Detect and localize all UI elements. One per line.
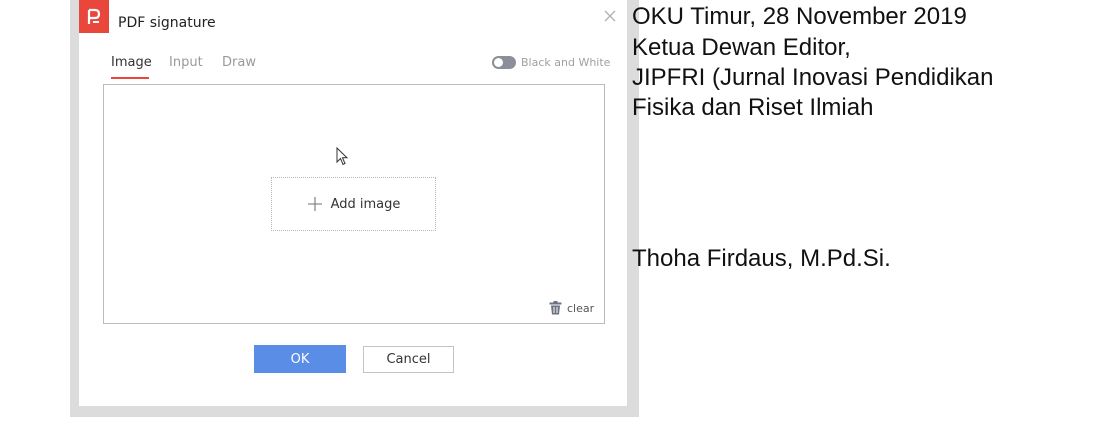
cancel-button[interactable]: Cancel [363, 346, 454, 373]
black-white-label: Black and White [521, 56, 611, 69]
tab-draw[interactable]: Draw [222, 55, 256, 70]
add-image-label: Add image [330, 196, 401, 212]
document-line-journal-cont: Fisika dan Riset Ilmiah [632, 94, 874, 121]
active-tab-indicator [111, 77, 149, 79]
clear-button[interactable]: clear [549, 301, 594, 315]
document-line-journal: JIPFRI (Jurnal Inovasi Pendidikan [632, 64, 994, 91]
tab-image[interactable]: Image [111, 55, 152, 70]
ok-button[interactable]: OK [254, 345, 346, 373]
document-line-role: Ketua Dewan Editor, [632, 34, 851, 61]
pdf-signature-dialog: PDF signature Image Input Draw Black and… [79, 0, 627, 406]
document-signer-name: Thoha Firdaus, M.Pd.Si. [632, 245, 891, 272]
tab-input[interactable]: Input [169, 55, 203, 70]
close-button[interactable] [601, 7, 619, 25]
signature-canvas[interactable]: Add image clear [103, 84, 605, 324]
black-white-toggle[interactable]: Black and White [492, 56, 610, 69]
add-image-button[interactable]: Add image [271, 177, 436, 231]
toggle-switch[interactable] [492, 56, 516, 69]
mouse-cursor-icon [336, 147, 349, 166]
document-line-date: OKU Timur, 28 November 2019 [632, 3, 967, 30]
close-icon [604, 10, 616, 22]
pdf-app-icon [79, 0, 109, 33]
dialog-title: PDF signature [118, 15, 216, 31]
trash-icon [549, 301, 562, 315]
clear-label: clear [567, 301, 595, 315]
plus-icon [307, 196, 323, 212]
